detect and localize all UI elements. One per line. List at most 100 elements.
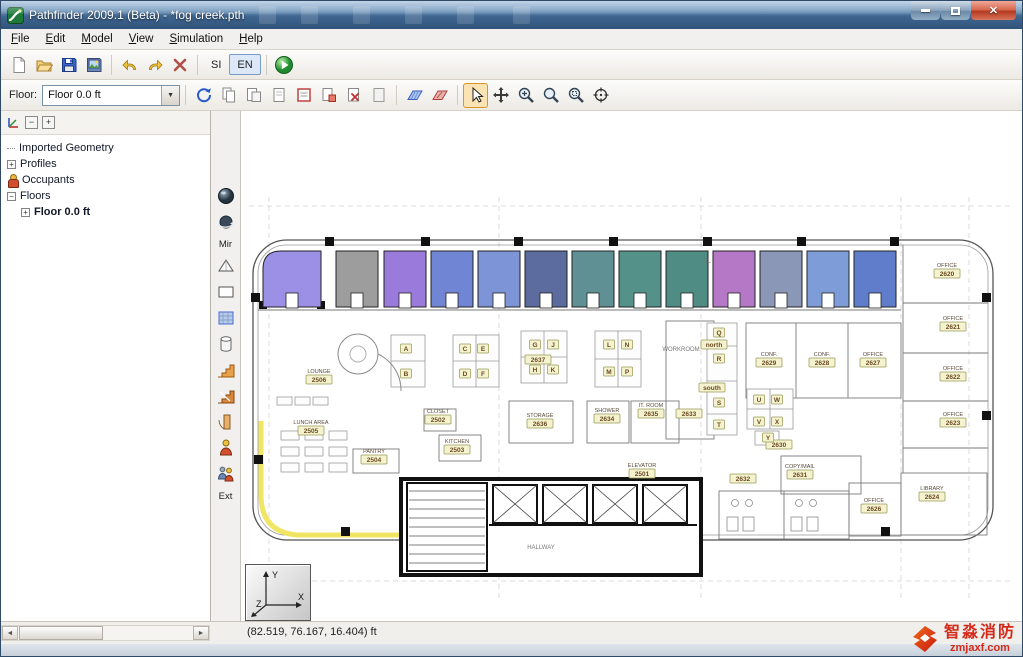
- zoom-in-button[interactable]: [513, 83, 538, 108]
- tree-item-occupants[interactable]: Occupants: [3, 172, 208, 188]
- expander-icon[interactable]: +: [7, 160, 16, 169]
- room-door-notch: [822, 293, 834, 308]
- zoom-extents-button[interactable]: [563, 83, 588, 108]
- save-button[interactable]: [56, 52, 81, 77]
- model-canvas[interactable]: OFFICE2620OFFICE2621OFFICE2622OFFICE2623…: [241, 111, 1022, 621]
- desk-tag-label: M: [606, 369, 611, 376]
- menu-view[interactable]: View: [121, 31, 162, 47]
- stairs-tool-button[interactable]: [215, 361, 237, 383]
- draw-slab-button[interactable]: [402, 83, 427, 108]
- menu-bar: FileEditModelViewSimulationHelp: [1, 29, 1022, 50]
- room-door-notch: [493, 293, 505, 308]
- tree-item-floor-0-0-ft[interactable]: +Floor 0.0 ft: [3, 204, 208, 220]
- undo-button[interactable]: [117, 52, 142, 77]
- room-tag-label: 2624: [925, 494, 940, 501]
- tree-item-imported-geometry[interactable]: Imported Geometry: [3, 140, 208, 156]
- run-simulation-icon: [274, 55, 294, 75]
- floor-pages-button[interactable]: [316, 83, 341, 108]
- maximize-button[interactable]: [941, 1, 970, 20]
- scrollbar-thumb[interactable]: [19, 626, 103, 640]
- floor-select-value: Floor 0.0 ft: [43, 86, 161, 105]
- expand-all-button[interactable]: +: [42, 116, 55, 129]
- zoom-tool-button[interactable]: [538, 83, 563, 108]
- mirror-label[interactable]: Mir: [219, 239, 232, 253]
- model-tree: Imported Geometry+ProfilesOccupants−Floo…: [1, 135, 210, 225]
- pan-tool-button[interactable]: [488, 83, 513, 108]
- room-tag-label: 2501: [635, 471, 650, 478]
- desk-tag-label: G: [532, 342, 537, 349]
- run-simulation-button[interactable]: [272, 52, 297, 77]
- floorplan-drawing[interactable]: OFFICE2620OFFICE2621OFFICE2622OFFICE2623…: [241, 111, 1022, 621]
- room-caption: LUNCH AREA: [293, 420, 328, 426]
- extrude-label[interactable]: Ext: [219, 491, 233, 505]
- close-button[interactable]: ✕: [971, 1, 1016, 20]
- redo-button[interactable]: [142, 52, 167, 77]
- occupant-group-tool-button[interactable]: [215, 465, 237, 487]
- orbit-button[interactable]: [215, 213, 237, 235]
- menu-file[interactable]: File: [3, 31, 38, 47]
- room-caption: CONF.: [814, 352, 831, 358]
- room-caption: IT. ROOM: [639, 403, 664, 409]
- new-floor-button[interactable]: [266, 83, 291, 108]
- minimize-button[interactable]: [911, 1, 940, 20]
- room-tag-label: 2623: [946, 420, 961, 427]
- room-door-notch: [351, 293, 363, 308]
- title-bar[interactable]: Pathfinder 2009.1 (Beta) - *fog creek.pt…: [1, 1, 1022, 29]
- target-tool-button[interactable]: [588, 83, 613, 108]
- toolbar-separator: [185, 85, 186, 105]
- occupant-tool-button[interactable]: [215, 439, 237, 461]
- expander-icon[interactable]: +: [21, 208, 30, 217]
- occupants-icon: [7, 174, 18, 186]
- rectangle-tool-button[interactable]: [215, 283, 237, 305]
- room-caption: ELEVATOR: [628, 463, 656, 469]
- chevron-down-icon[interactable]: ▼: [161, 86, 179, 105]
- view-sphere-button[interactable]: [215, 187, 237, 209]
- cylinder-tool-button[interactable]: [215, 335, 237, 357]
- app-window: Pathfinder 2009.1 (Beta) - *fog creek.pt…: [0, 0, 1023, 657]
- open-file-icon: [35, 56, 53, 74]
- tree-item-profiles[interactable]: +Profiles: [3, 156, 208, 172]
- floor-page-button[interactable]: [366, 83, 391, 108]
- save-image-button[interactable]: [81, 52, 106, 77]
- copy-floor-button[interactable]: [216, 83, 241, 108]
- draw-hole-button[interactable]: [427, 83, 452, 108]
- delete-floor-button[interactable]: [341, 83, 366, 108]
- escalator-tool-button[interactable]: [215, 387, 237, 409]
- scroll-left-icon[interactable]: ◄: [2, 626, 18, 640]
- menu-edit[interactable]: Edit: [38, 31, 74, 47]
- axis-indicator: Y X Z: [245, 564, 311, 621]
- select-tool-button[interactable]: [463, 83, 488, 108]
- new-file-button[interactable]: [6, 52, 31, 77]
- en-units-button[interactable]: EN: [229, 54, 260, 75]
- floor-toolbar: Floor: Floor 0.0 ft ▼: [1, 80, 1022, 111]
- wedge-tool-icon: [216, 256, 236, 281]
- wedge-tool-button[interactable]: [215, 257, 237, 279]
- rectangle-tool-icon: [216, 282, 236, 307]
- tree-item-floors[interactable]: −Floors: [3, 188, 208, 204]
- axes-icon[interactable]: [6, 115, 21, 130]
- tree-horizontal-scrollbar[interactable]: ◄ ►: [1, 625, 210, 641]
- axis-y-label: Y: [272, 570, 278, 580]
- si-units-button[interactable]: SI: [203, 54, 229, 75]
- open-file-button[interactable]: [31, 52, 56, 77]
- desk-tag-label: K: [551, 367, 556, 374]
- door-tool-button[interactable]: [215, 413, 237, 435]
- room-tag-label: 2633: [682, 411, 697, 418]
- duplicate-floor-button[interactable]: [241, 83, 266, 108]
- delete-button[interactable]: [167, 52, 192, 77]
- import-floor-button[interactable]: [291, 83, 316, 108]
- scroll-right-icon[interactable]: ►: [193, 626, 209, 640]
- desk-tag-label: J: [551, 342, 555, 349]
- collapse-all-button[interactable]: −: [25, 116, 38, 129]
- tree-branch-line: [7, 148, 15, 149]
- floor-select[interactable]: Floor 0.0 ft ▼: [42, 85, 180, 106]
- plan-text-label: WORKROOM: [662, 347, 699, 353]
- desk-tag-label: L: [607, 342, 611, 349]
- room-caption: PANTRY: [363, 449, 385, 455]
- menu-model[interactable]: Model: [73, 31, 120, 47]
- reset-view-button[interactable]: [191, 83, 216, 108]
- menu-simulation[interactable]: Simulation: [161, 31, 231, 47]
- menu-help[interactable]: Help: [231, 31, 271, 47]
- expander-icon[interactable]: −: [7, 192, 16, 201]
- slab-tool-button[interactable]: [215, 309, 237, 331]
